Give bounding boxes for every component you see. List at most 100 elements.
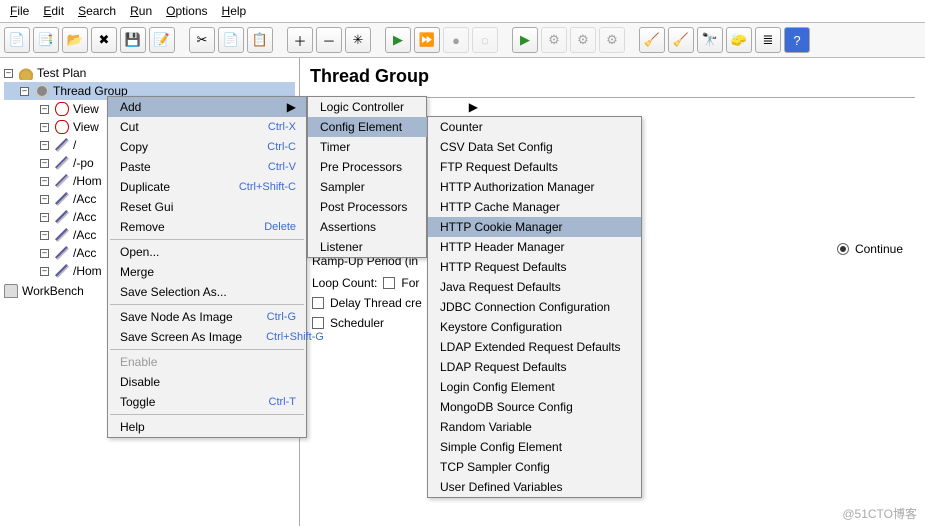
ctx-item-remove[interactable]: RemoveDelete xyxy=(108,217,306,237)
config-item-random-variable[interactable]: Random Variable xyxy=(428,417,641,437)
config-item-http-authorization-manager[interactable]: HTTP Authorization Manager xyxy=(428,177,641,197)
ctx-item-reset-gui[interactable]: Reset Gui xyxy=(108,197,306,217)
templates-icon[interactable]: 📑 xyxy=(33,27,59,53)
reset-search-icon[interactable]: 🧽 xyxy=(726,27,752,53)
start-no-timers-icon[interactable]: ⏩ xyxy=(414,27,440,53)
save-icon[interactable]: 💾 xyxy=(120,27,146,53)
toggle-icon[interactable]: ✳ xyxy=(345,27,371,53)
collapse-icon[interactable]: – xyxy=(4,69,13,78)
new-icon[interactable]: 📄 xyxy=(4,27,30,53)
tree-node-test-plan[interactable]: – Test Plan xyxy=(4,64,295,82)
ctx-item-copy[interactable]: CopyCtrl-C xyxy=(108,137,306,157)
remote-start-icon[interactable]: ▶ xyxy=(512,27,538,53)
collapse-icon[interactable]: － xyxy=(316,27,342,53)
collapse-icon[interactable]: – xyxy=(40,231,49,240)
start-icon[interactable]: ▶ xyxy=(385,27,411,53)
menu-search[interactable]: Search xyxy=(72,2,122,20)
expand-icon[interactable]: ＋ xyxy=(287,27,313,53)
ctx-item-help[interactable]: Help xyxy=(108,417,306,437)
config-item-mongodb-source-config[interactable]: MongoDB Source Config xyxy=(428,397,641,417)
config-item-http-cookie-manager[interactable]: HTTP Cookie Manager xyxy=(428,217,641,237)
ctx-item-save-selection-as-[interactable]: Save Selection As... xyxy=(108,282,306,302)
ctx-item-save-screen-as-image[interactable]: Save Screen As ImageCtrl+Shift-G xyxy=(108,327,306,347)
ctx-item-cut[interactable]: CutCtrl-X xyxy=(108,117,306,137)
ctx-item-save-node-as-image[interactable]: Save Node As ImageCtrl-G xyxy=(108,307,306,327)
save-as-icon[interactable]: 📝 xyxy=(149,27,175,53)
tree-label: /Acc xyxy=(73,244,96,262)
watermark: @51CTO博客 xyxy=(842,505,917,522)
tree-label: / xyxy=(73,136,76,154)
menu-run[interactable]: Run xyxy=(124,2,158,20)
config-item-tcp-sampler-config[interactable]: TCP Sampler Config xyxy=(428,457,641,477)
scheduler-checkbox[interactable] xyxy=(312,317,324,329)
help-icon[interactable]: ? xyxy=(784,27,810,53)
pen-icon xyxy=(55,246,69,260)
ctx-item-open-[interactable]: Open... xyxy=(108,242,306,262)
tree-label: Test Plan xyxy=(37,64,86,82)
collapse-icon[interactable]: – xyxy=(40,213,49,222)
collapse-icon[interactable]: – xyxy=(40,177,49,186)
collapse-icon[interactable]: – xyxy=(20,87,29,96)
tree-label: /Acc xyxy=(73,190,96,208)
ctx-item-paste[interactable]: PasteCtrl-V xyxy=(108,157,306,177)
ctx-item-disable[interactable]: Disable xyxy=(108,372,306,392)
pen-icon xyxy=(55,264,69,278)
config-element-submenu[interactable]: CounterCSV Data Set ConfigFTP Request De… xyxy=(427,116,642,498)
gear-icon xyxy=(35,84,49,98)
function-helper-icon[interactable]: ≣ xyxy=(755,27,781,53)
config-item-java-request-defaults[interactable]: Java Request Defaults xyxy=(428,277,641,297)
config-item-keystore-configuration[interactable]: Keystore Configuration xyxy=(428,317,641,337)
forever-checkbox[interactable] xyxy=(383,277,395,289)
config-item-simple-config-element[interactable]: Simple Config Element xyxy=(428,437,641,457)
config-item-ldap-request-defaults[interactable]: LDAP Request Defaults xyxy=(428,357,641,377)
collapse-icon[interactable]: – xyxy=(40,105,49,114)
open-icon[interactable]: 📂 xyxy=(62,27,88,53)
ctx-item-merge[interactable]: Merge xyxy=(108,262,306,282)
config-item-http-header-manager[interactable]: HTTP Header Manager xyxy=(428,237,641,257)
collapse-icon[interactable]: – xyxy=(40,249,49,258)
copy-icon[interactable]: 📄 xyxy=(218,27,244,53)
delay-checkbox[interactable] xyxy=(312,297,324,309)
config-item-csv-data-set-config[interactable]: CSV Data Set Config xyxy=(428,137,641,157)
close-icon[interactable]: ✖ xyxy=(91,27,117,53)
config-item-ldap-extended-request-defaults[interactable]: LDAP Extended Request Defaults xyxy=(428,337,641,357)
add-submenu[interactable]: Logic Controller▶Config Element▶Timer▶Pr… xyxy=(307,96,427,258)
pen-icon xyxy=(55,138,69,152)
menu-options[interactable]: Options xyxy=(160,2,213,20)
config-item-counter[interactable]: Counter xyxy=(428,117,641,137)
stop-icon: ● xyxy=(443,27,469,53)
menu-help[interactable]: Help xyxy=(216,2,253,20)
remote-start-all-icon: ⚙ xyxy=(541,27,567,53)
config-item-ftp-request-defaults[interactable]: FTP Request Defaults xyxy=(428,157,641,177)
submenu-item-logic-controller[interactable]: Logic Controller▶ xyxy=(308,97,488,117)
context-menu[interactable]: Add▶CutCtrl-XCopyCtrl-CPasteCtrl-VDuplic… xyxy=(107,96,307,438)
collapse-icon[interactable]: – xyxy=(40,123,49,132)
menu-edit[interactable]: Edit xyxy=(37,2,70,20)
clear-icon[interactable]: 🧹 xyxy=(639,27,665,53)
collapse-icon[interactable]: – xyxy=(40,159,49,168)
loop-count-row: Loop Count: For xyxy=(312,276,422,290)
search-icon[interactable]: 🔭 xyxy=(697,27,723,53)
collapse-icon[interactable]: – xyxy=(40,267,49,276)
eye-icon xyxy=(55,120,69,134)
tree-label: /-po xyxy=(73,154,94,172)
continue-radio[interactable] xyxy=(837,243,849,255)
config-item-login-config-element[interactable]: Login Config Element xyxy=(428,377,641,397)
shutdown-icon: ◌ xyxy=(472,27,498,53)
config-item-http-cache-manager[interactable]: HTTP Cache Manager xyxy=(428,197,641,217)
ctx-item-duplicate[interactable]: DuplicateCtrl+Shift-C xyxy=(108,177,306,197)
collapse-icon[interactable]: – xyxy=(40,195,49,204)
ctx-item-toggle[interactable]: ToggleCtrl-T xyxy=(108,392,306,412)
menu-file[interactable]: File xyxy=(4,2,35,20)
config-item-http-request-defaults[interactable]: HTTP Request Defaults xyxy=(428,257,641,277)
cut-icon[interactable]: ✂ xyxy=(189,27,215,53)
tree-label: /Acc xyxy=(73,208,96,226)
ctx-item-add[interactable]: Add▶ xyxy=(108,97,306,117)
paste-icon[interactable]: 📋 xyxy=(247,27,273,53)
clear-all-icon[interactable]: 🧹 xyxy=(668,27,694,53)
clipboard-icon xyxy=(4,284,18,298)
pen-icon xyxy=(55,192,69,206)
config-item-user-defined-variables[interactable]: User Defined Variables xyxy=(428,477,641,497)
config-item-jdbc-connection-configuration[interactable]: JDBC Connection Configuration xyxy=(428,297,641,317)
collapse-icon[interactable]: – xyxy=(40,141,49,150)
